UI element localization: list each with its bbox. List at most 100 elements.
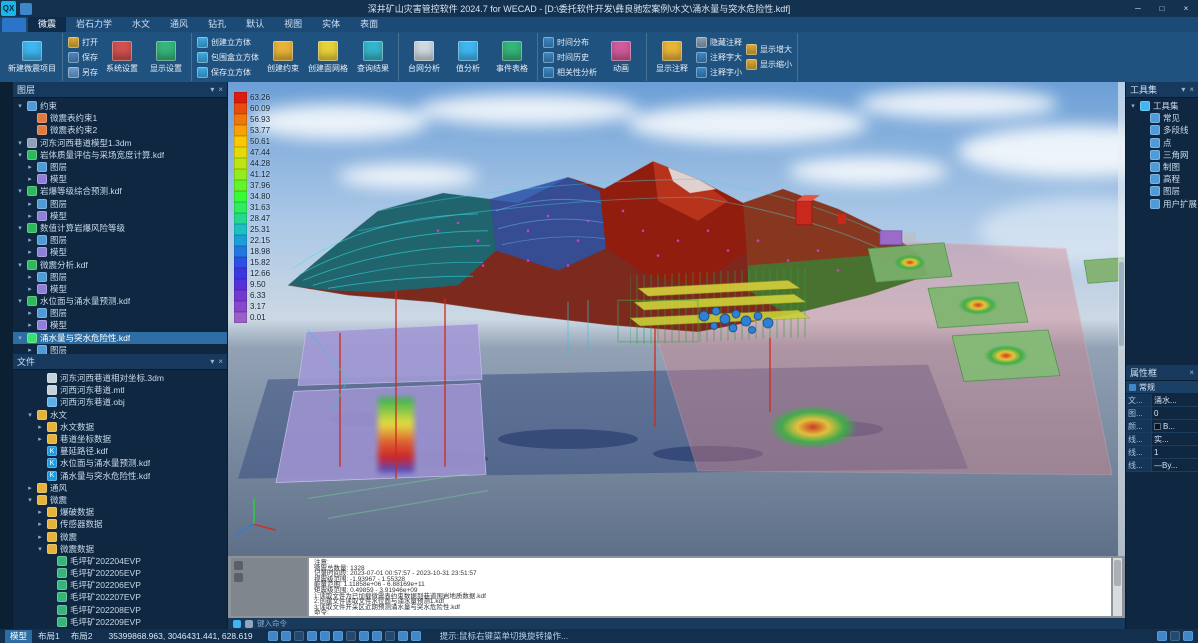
snap-mode-icon[interactable] [281, 631, 291, 641]
property-row[interactable]: 图...0 [1126, 407, 1198, 420]
tab-表面[interactable]: 表面 [350, 17, 388, 32]
tree-item[interactable]: ▸水文数据 [13, 421, 227, 433]
tree-item[interactable]: ▾微震数据 [13, 543, 227, 555]
tree-item[interactable]: 毛坪矿202208EVP [13, 604, 227, 616]
tab-通风[interactable]: 通风 [160, 17, 198, 32]
tree-item[interactable]: ▾岩体质量评估与采场宽度计算.kdf [13, 149, 227, 161]
command-add-icon[interactable] [233, 620, 241, 628]
tree-item[interactable]: ▾岩爆等级综合预测.kdf [13, 185, 227, 197]
ribbon-button-query[interactable]: 查询结果 [351, 33, 395, 81]
expand-open-icon[interactable]: ▾ [26, 496, 34, 504]
tree-item[interactable]: ▾涌水量与突水危险性.kdf [13, 332, 227, 344]
tree-item[interactable]: 图层 [1126, 185, 1198, 197]
close-icon[interactable]: × [1189, 369, 1194, 377]
expand-open-icon[interactable]: ▾ [16, 187, 24, 195]
layout-tab-布局1[interactable]: 布局1 [33, 630, 65, 643]
viewport-3d[interactable]: 63.2660.0956.9353.7750.6147.4444.2841.12… [228, 82, 1125, 556]
ribbon-button-new-project[interactable]: 新建微震项目 [5, 33, 59, 81]
expand-closed-icon[interactable]: ▸ [26, 346, 34, 354]
pin-icon[interactable]: ▾ [1181, 86, 1185, 94]
pin-icon[interactable]: ▾ [210, 358, 214, 366]
expand-closed-icon[interactable]: ▸ [26, 273, 34, 281]
expand-closed-icon[interactable]: ▸ [26, 163, 34, 171]
tree-item[interactable]: 点 [1126, 137, 1198, 149]
expand-open-icon[interactable]: ▾ [16, 139, 24, 147]
tree-item[interactable]: ▸模型 [13, 246, 227, 258]
tree-item[interactable]: ▾水文 [13, 409, 227, 421]
ribbon-button-note-show[interactable]: 显示注释 [650, 33, 694, 81]
tree-item[interactable]: 微震表约束2 [13, 124, 227, 136]
tree-item[interactable]: 河西河东巷道.mtl [13, 384, 227, 396]
ribbon-button-note-small[interactable]: 注释字小 [696, 65, 742, 79]
maximize-button[interactable]: □ [1150, 0, 1174, 17]
tree-item[interactable]: K水位面与涌水量预测.kdf [13, 457, 227, 469]
tree-item[interactable]: ▸微震 [13, 530, 227, 542]
tree-item[interactable]: K蔓延路径.kdf [13, 445, 227, 457]
expand-closed-icon[interactable]: ▸ [36, 423, 44, 431]
ribbon-button-time-hist[interactable]: 时间历史 [543, 50, 597, 64]
workspace-switch-icon[interactable] [1170, 631, 1180, 641]
ortho-mode-icon[interactable] [307, 631, 317, 641]
app-menu-button[interactable] [2, 18, 26, 32]
tree-item[interactable]: ▸图层 [13, 307, 227, 319]
ribbon-button-save-as[interactable]: 另存 [68, 65, 98, 79]
ribbon-button-cube-add[interactable]: 创建立方体 [197, 35, 259, 49]
tree-item[interactable]: 制图 [1126, 161, 1198, 173]
properties-section-general[interactable]: 常规 [1126, 381, 1198, 394]
selection-cycling-icon[interactable] [411, 631, 421, 641]
property-row[interactable]: 线...1 [1126, 446, 1198, 459]
ribbon-button-zoom-out[interactable]: 显示缩小 [746, 58, 792, 72]
object-snap-icon[interactable] [333, 631, 343, 641]
ribbon-button-anim[interactable]: 动画 [599, 33, 643, 81]
expand-closed-icon[interactable]: ▸ [36, 533, 44, 541]
ribbon-button-mesh[interactable]: 创建面网格 [305, 33, 351, 81]
expand-closed-icon[interactable]: ▸ [26, 236, 34, 244]
ribbon-button-value[interactable]: 值分析 [446, 33, 490, 81]
tree-item[interactable]: 毛坪矿202207EVP [13, 591, 227, 603]
tab-默认[interactable]: 默认 [236, 17, 274, 32]
transparency-icon[interactable] [398, 631, 408, 641]
tree-item[interactable]: 微震表约束1 [13, 112, 227, 124]
tree-item[interactable]: ▸通风 [13, 482, 227, 494]
tree-item[interactable]: ▸图层 [13, 198, 227, 210]
expand-open-icon[interactable]: ▾ [26, 411, 34, 419]
ribbon-button-cube-bound[interactable]: 包围盒立方体 [197, 50, 259, 64]
tab-微震[interactable]: 微震 [28, 17, 66, 32]
tree-item[interactable]: ▸模型 [13, 210, 227, 222]
expand-closed-icon[interactable]: ▸ [36, 520, 44, 528]
expand-open-icon[interactable]: ▾ [36, 545, 44, 553]
tree-item[interactable]: ▾数值计算岩爆风险等级 [13, 222, 227, 234]
tree-item[interactable]: 高程 [1126, 173, 1198, 185]
tree-item[interactable]: K涌水量与突水危险性.kdf [13, 470, 227, 482]
tree-item[interactable]: ▸图层 [13, 271, 227, 283]
tree-item[interactable]: 多段线 [1126, 124, 1198, 136]
layout-tab-布局2[interactable]: 布局2 [66, 630, 98, 643]
ribbon-button-gear[interactable]: 系统设置 [100, 33, 144, 81]
ribbon-button-time-dist[interactable]: 时间分布 [543, 35, 597, 49]
tree-item[interactable]: ▾微震 [13, 494, 227, 506]
tree-item[interactable]: 三角网 [1126, 149, 1198, 161]
expand-closed-icon[interactable]: ▸ [26, 285, 34, 293]
minimize-button[interactable]: ─ [1126, 0, 1150, 17]
tree-item[interactable]: 常见 [1126, 112, 1198, 124]
expand-open-icon[interactable]: ▾ [16, 102, 24, 110]
tab-视图[interactable]: 视图 [274, 17, 312, 32]
tree-item[interactable]: ▸模型 [13, 173, 227, 185]
annotation-scale-icon[interactable] [1157, 631, 1167, 641]
expand-open-icon[interactable]: ▾ [16, 334, 24, 342]
clean-screen-icon[interactable] [1183, 631, 1193, 641]
console-history-icon[interactable] [234, 561, 243, 570]
tree-item[interactable]: ▾约束 [13, 100, 227, 112]
expand-closed-icon[interactable]: ▸ [26, 175, 34, 183]
tree-item[interactable]: ▸图层 [13, 161, 227, 173]
scrollbar-thumb[interactable] [1119, 262, 1124, 346]
console-options-icon[interactable] [234, 573, 243, 582]
tree-item[interactable]: ▾河东河西巷道模型1.3dm [13, 137, 227, 149]
dynamic-input-icon[interactable] [372, 631, 382, 641]
ribbon-button-note-big[interactable]: 注释字大 [696, 50, 742, 64]
expand-closed-icon[interactable]: ▸ [36, 435, 44, 443]
ribbon-button-satellite[interactable]: 台网分析 [402, 33, 446, 81]
ribbon-button-zoom-in[interactable]: 显示增大 [746, 43, 792, 57]
tree-item[interactable]: ▾水位面与涌水量预测.kdf [13, 295, 227, 307]
console-scrollbar-thumb[interactable] [1114, 560, 1121, 586]
